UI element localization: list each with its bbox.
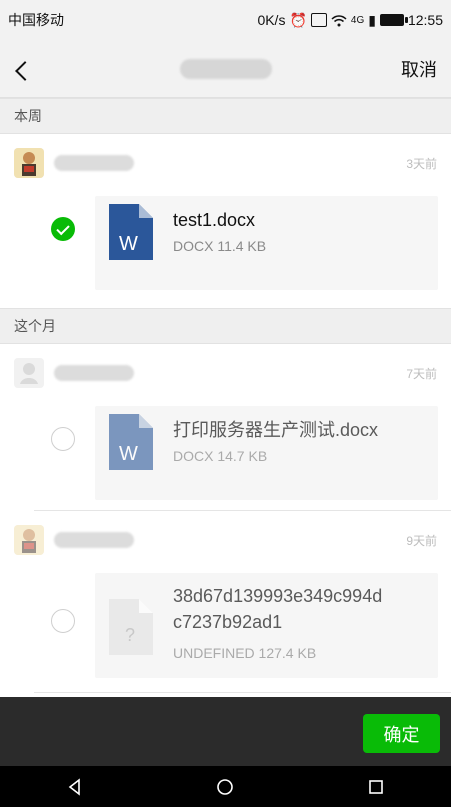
file-card[interactable]: W 打印服务器生产测试.docx DOCX 14.7 KB bbox=[95, 406, 438, 500]
status-bar: 中国移动 0K/s ⏰ 4G ▮ 12:55 bbox=[0, 0, 451, 40]
page-title-blurred bbox=[179, 58, 272, 79]
android-nav-bar bbox=[0, 766, 451, 807]
file-card[interactable]: W test1.docx DOCX 11.4 KB bbox=[95, 196, 438, 290]
file-row[interactable]: W 打印服务器生产测试.docx DOCX 14.7 KB bbox=[0, 402, 451, 510]
svg-text:W: W bbox=[119, 443, 138, 465]
clock: 12:55 bbox=[407, 12, 443, 28]
file-meta: DOCX 11.4 KB bbox=[173, 238, 267, 254]
hd-icon bbox=[310, 13, 327, 27]
file-card[interactable]: ? 38d67d139993e349c994d c7237b92ad1 UNDE… bbox=[95, 573, 438, 678]
status-right: 0K/s ⏰ 4G ▮ 12:55 bbox=[257, 12, 443, 29]
time-label: 7天前 bbox=[406, 366, 437, 381]
sender-header: 7天前 bbox=[0, 344, 451, 402]
sender-name-blurred bbox=[54, 532, 134, 548]
file-row[interactable]: W test1.docx DOCX 11.4 KB bbox=[0, 192, 451, 300]
battery-icon bbox=[379, 14, 408, 26]
carrier-label: 中国移动 bbox=[8, 12, 64, 28]
sender-header: 3天前 bbox=[0, 134, 451, 192]
network-speed: 0K/s bbox=[257, 12, 286, 28]
signal-icon: ▮ bbox=[368, 11, 376, 28]
confirm-button[interactable]: 确定 bbox=[363, 714, 440, 753]
word-doc-icon: W bbox=[109, 204, 153, 260]
word-doc-icon: W bbox=[109, 414, 153, 470]
file-name-line-2: c7237b92ad1 bbox=[173, 612, 283, 632]
recents-square-icon[interactable] bbox=[364, 775, 388, 799]
back-chevron-icon[interactable] bbox=[14, 58, 36, 80]
time-label: 9天前 bbox=[406, 533, 437, 548]
bottom-action-bar: 确定 bbox=[0, 697, 451, 766]
home-circle-icon[interactable] bbox=[213, 775, 237, 799]
top-nav-bar: 取消 bbox=[0, 40, 451, 98]
sender-name-blurred bbox=[54, 365, 134, 381]
sender-name-blurred bbox=[54, 155, 134, 171]
default-avatar-icon bbox=[14, 358, 44, 388]
alarm-icon: ⏰ bbox=[289, 11, 307, 28]
file-name: 打印服务器生产测试.docx bbox=[173, 420, 379, 440]
network-type: 4G bbox=[350, 14, 365, 26]
wifi-icon bbox=[331, 14, 347, 27]
file-meta: UNDEFINED 127.4 KB bbox=[173, 645, 317, 661]
sender-header: 9天前 bbox=[0, 511, 451, 569]
svg-text:?: ? bbox=[125, 625, 135, 645]
selected-check-icon[interactable] bbox=[51, 217, 75, 241]
radio-unchecked[interactable] bbox=[51, 427, 75, 451]
file-meta: DOCX 14.7 KB bbox=[173, 448, 268, 464]
time-label: 3天前 bbox=[406, 156, 437, 171]
file-name-line-1: 38d67d139993e349c994d bbox=[173, 586, 383, 606]
file-list[interactable]: 本周 3天前 W test1.docx DOCX 11.4 KB 这个月 7天前… bbox=[0, 98, 451, 697]
section-this-month: 这个月 bbox=[0, 308, 451, 344]
avatar bbox=[14, 148, 44, 178]
chat-group: 3天前 W test1.docx DOCX 11.4 KB bbox=[0, 134, 451, 300]
back-triangle-icon[interactable] bbox=[63, 775, 87, 799]
file-name: test1.docx bbox=[173, 210, 256, 230]
avatar bbox=[14, 525, 44, 555]
radio-unchecked[interactable] bbox=[51, 609, 75, 633]
file-row[interactable]: ? 38d67d139993e349c994d c7237b92ad1 UNDE… bbox=[0, 569, 451, 692]
chat-group: 7天前 W 打印服务器生产测试.docx DOCX 14.7 KB 9天前 ? … bbox=[0, 344, 451, 697]
section-this-week: 本周 bbox=[0, 98, 451, 134]
unknown-file-icon: ? bbox=[109, 599, 153, 655]
svg-text:W: W bbox=[119, 233, 138, 255]
cancel-button[interactable]: 取消 bbox=[401, 56, 437, 82]
